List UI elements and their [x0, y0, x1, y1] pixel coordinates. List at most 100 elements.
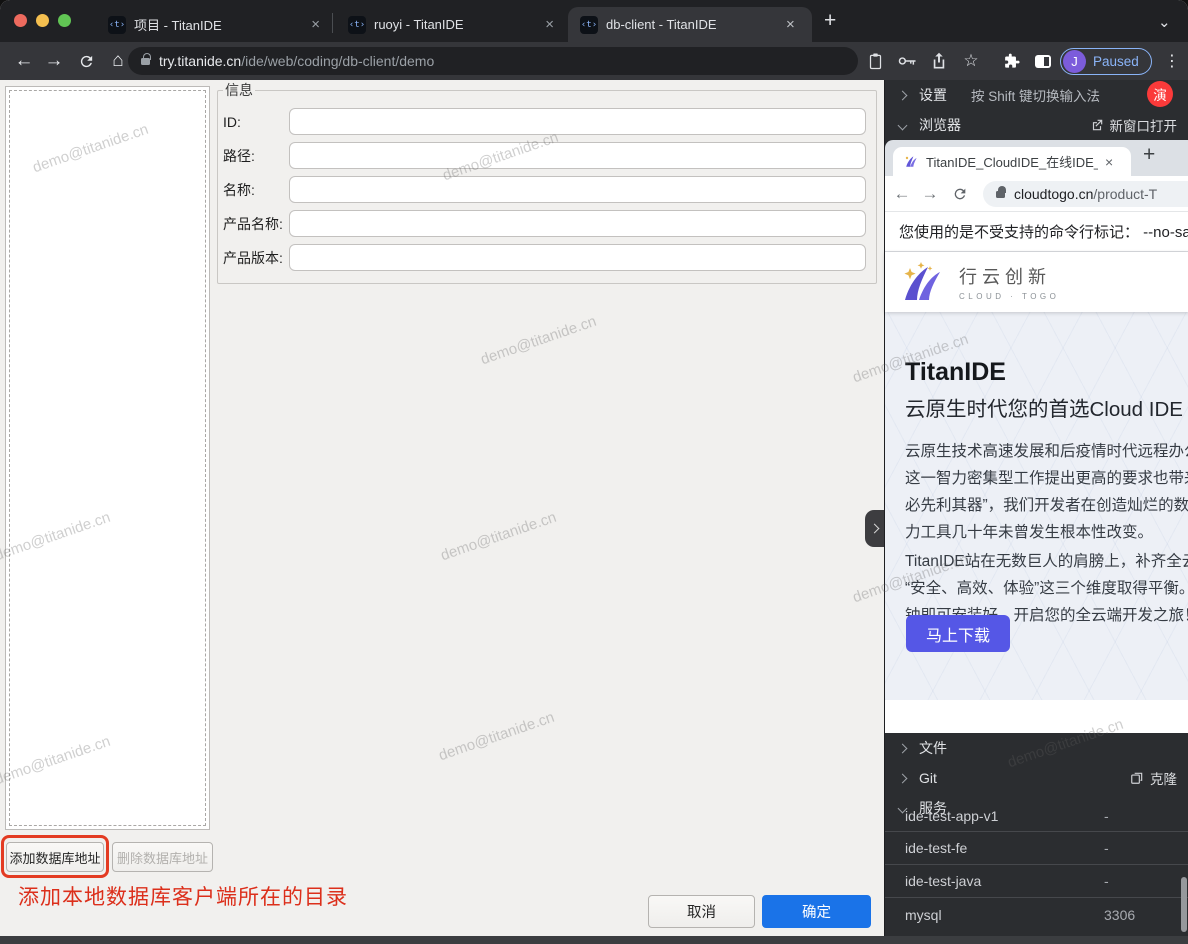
browser-window: ‹t› 项目 - TitanIDE × ‹t› ruoyi - TitanIDE… [0, 0, 1188, 944]
hero-title: TitanIDE [905, 358, 1006, 387]
name-input[interactable] [289, 176, 866, 203]
page-bottom-strip [885, 700, 1188, 733]
extensions-puzzle-icon[interactable] [996, 42, 1026, 80]
service-row[interactable]: mysql3306 [885, 898, 1188, 931]
service-row[interactable]: ide-test-fe- [885, 832, 1188, 865]
input-method-hint: 按 Shift 键切换输入法 [971, 85, 1100, 105]
product-name-label: 产品名称: [223, 214, 289, 234]
embedded-new-tab-button[interactable]: + [1143, 143, 1155, 167]
git-section-row[interactable]: Git 克隆 [885, 763, 1188, 793]
close-tab-icon[interactable]: × [786, 16, 795, 33]
settings-section-row[interactable]: 设置 按 Shift 键切换输入法 演 [885, 80, 1188, 110]
open-new-window-button[interactable]: 新窗口打开 [1090, 115, 1178, 135]
window-bottom-edge [0, 936, 1188, 944]
add-database-address-button[interactable]: 添加数据库地址 [6, 842, 104, 872]
unsupported-flag-warning: 您使用的是不受支持的命令行标记： --no-sand [885, 212, 1188, 252]
hero-section: TitanIDE 云原生时代您的首选Cloud IDE 云原生技术高速发展和后疫… [885, 312, 1188, 700]
service-port: - [1104, 873, 1109, 889]
bookmark-star-icon[interactable]: ☆ [956, 42, 986, 80]
lock-icon [996, 191, 1005, 198]
minimize-window-button[interactable] [36, 14, 49, 27]
reload-icon[interactable] [72, 42, 100, 80]
path-label: 路径: [223, 146, 289, 166]
annotation-text: 添加本地数据库客户端所在的目录 [18, 881, 348, 911]
window-controls [14, 14, 71, 27]
id-label: ID: [223, 114, 289, 130]
fieldset-legend: 信息 [223, 80, 255, 100]
name-label: 名称: [223, 180, 289, 200]
open-in-new-icon [1090, 118, 1104, 132]
embedded-tab-title: TitanIDE_CloudIDE_在线IDE_ [926, 152, 1098, 171]
tab-db-client-active[interactable]: ‹t› db-client - TitanIDE × [568, 7, 812, 42]
tab-ruoyi[interactable]: ‹t› ruoyi - TitanIDE × [336, 7, 564, 42]
tab-project[interactable]: ‹t› 项目 - TitanIDE × [96, 7, 330, 42]
chevron-right-icon [898, 773, 908, 783]
services-list: ide-test-app-v1- ide-test-fe- ide-test-j… [885, 810, 1188, 944]
close-window-button[interactable] [14, 14, 27, 27]
forward-icon[interactable]: → [40, 42, 68, 80]
browser-section-label: 浏览器 [919, 115, 961, 135]
titanide-favicon: ‹t› [348, 16, 366, 34]
forward-icon[interactable]: → [917, 176, 943, 212]
product-version-input[interactable] [289, 244, 866, 271]
embedded-address-bar[interactable]: cloudtogo.cn/product-T [983, 181, 1188, 207]
embedded-browser: TitanIDE_CloudIDE_在线IDE_ × + ← → cloudto… [885, 140, 1188, 733]
tab-search-chevron-icon[interactable]: ⌄ [1158, 13, 1171, 31]
embedded-tab[interactable]: TitanIDE_CloudIDE_在线IDE_ × [893, 147, 1131, 176]
brand-subtitle: CLOUD · TOGO [959, 292, 1059, 301]
lock-icon[interactable] [141, 58, 150, 65]
files-label: 文件 [919, 738, 947, 758]
address-bar[interactable]: try.titanide.cn/ide/web/coding/db-client… [128, 47, 858, 75]
scrollbar-thumb[interactable] [1181, 877, 1187, 932]
brand-name: 行云创新 [959, 263, 1059, 289]
chevron-down-icon [898, 120, 908, 130]
titanide-favicon: ‹t› [108, 16, 126, 34]
profile-paused-pill[interactable]: J Paused [1060, 48, 1152, 75]
profile-status: Paused [1093, 54, 1139, 69]
clone-icon [1130, 771, 1144, 785]
back-icon[interactable]: ← [889, 176, 915, 212]
site-header: 行云创新 CLOUD · TOGO [885, 252, 1188, 312]
service-row[interactable]: ide-test-java- [885, 865, 1188, 898]
path-input[interactable] [289, 142, 866, 169]
tab-title: 项目 - TitanIDE [134, 15, 299, 34]
id-input[interactable] [289, 108, 866, 135]
service-port: - [1104, 810, 1109, 824]
db-client-page: 信息 ID: 路径: 名称: 产品名称: 产品版本: 添加数据库地址 删除数据库… [0, 80, 884, 936]
product-name-input[interactable] [289, 210, 866, 237]
close-tab-icon[interactable]: × [1105, 154, 1113, 170]
embedded-tab-strip: TitanIDE_CloudIDE_在线IDE_ × + [885, 140, 1188, 176]
panel-collapse-handle[interactable] [865, 510, 884, 547]
menu-kebab-icon[interactable]: ⋮ [1158, 42, 1186, 80]
page-url: try.titanide.cn/ide/web/coding/db-client… [159, 53, 434, 69]
tab-separator [332, 13, 333, 33]
database-address-list[interactable] [5, 86, 210, 830]
confirm-button[interactable]: 确定 [762, 895, 871, 928]
browser-section-row[interactable]: 浏览器 新窗口打开 [885, 110, 1188, 140]
hero-paragraph-1: 云原生技术高速发展和后疫情时代远程办公等新 这一智力密集型工作提出更高的要求也带… [905, 438, 1188, 546]
browser-tab-strip: ‹t› 项目 - TitanIDE × ‹t› ruoyi - TitanIDE… [0, 0, 1188, 42]
back-icon[interactable]: ← [10, 42, 38, 80]
reload-icon[interactable] [947, 176, 973, 212]
side-panel-icon[interactable] [1028, 42, 1058, 80]
info-fieldset: 信息 ID: 路径: 名称: 产品名称: 产品版本: [217, 80, 877, 284]
git-label: Git [919, 770, 937, 786]
close-tab-icon[interactable]: × [545, 16, 554, 33]
close-tab-icon[interactable]: × [311, 16, 320, 33]
service-row[interactable]: ide-test-app-v1- [885, 810, 1188, 832]
delete-database-address-button[interactable]: 删除数据库地址 [112, 842, 213, 872]
git-clone-button[interactable]: 克隆 [1130, 768, 1177, 788]
new-tab-button[interactable]: + [824, 9, 836, 33]
maximize-window-button[interactable] [58, 14, 71, 27]
cancel-button[interactable]: 取消 [648, 895, 755, 928]
demo-badge[interactable]: 演 [1147, 81, 1173, 107]
share-icon[interactable] [924, 42, 954, 80]
files-section-row[interactable]: 文件 [885, 733, 1188, 763]
clipboard-icon[interactable] [860, 42, 890, 80]
cloudtogo-logo [897, 260, 949, 304]
hero-subtitle: 云原生时代您的首选Cloud IDE [905, 392, 1183, 422]
titanide-favicon: ‹t› [580, 16, 598, 34]
key-icon[interactable] [892, 42, 922, 80]
avatar: J [1063, 50, 1086, 73]
download-button[interactable]: 马上下载 [906, 615, 1010, 652]
